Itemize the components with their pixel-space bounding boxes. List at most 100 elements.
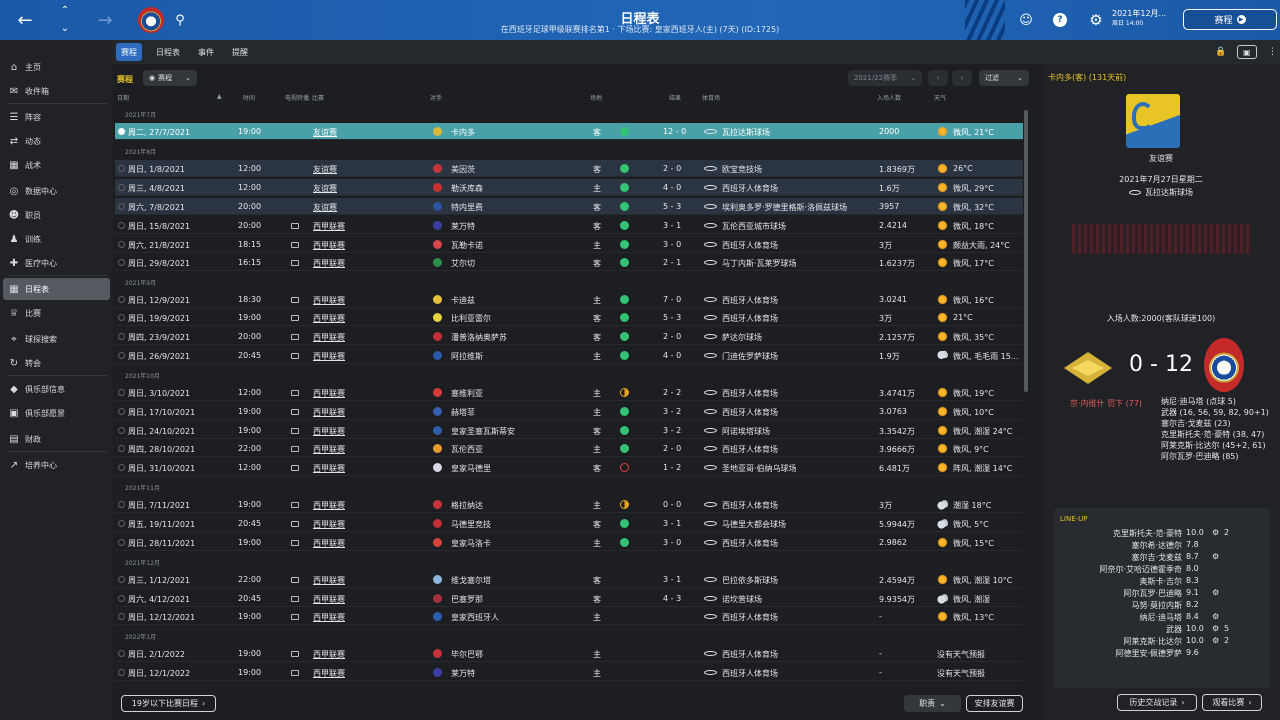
lineup-row[interactable]: 塞尔希·达德尔 7.8: [1054, 540, 1270, 552]
fixture-competition[interactable]: 西甲联赛: [313, 500, 345, 511]
table-row[interactable]: 周日, 31/10/2021 12:00 西甲联赛 皇家马德里 客 1 - 2 圣地亚哥·伯…: [115, 459, 1023, 476]
fixture-score[interactable]: 12 - 0: [663, 127, 686, 136]
table-row[interactable]: 周日, 12/9/2021 18:30 西甲联赛 卡迪兹 主 7 - 0 西班牙人体育场 3.…: [115, 291, 1023, 308]
lineup-row[interactable]: 纳尼·迪马塔 8.4 ⚙: [1054, 612, 1270, 624]
fixture-score[interactable]: 5 - 3: [663, 313, 681, 322]
tab-reminders[interactable]: 提醒: [227, 43, 253, 61]
table-row[interactable]: 周二, 27/7/2021 19:00 友谊赛 卡内多 客 12 - 0 瓦拉达斯球场 200…: [115, 123, 1023, 140]
fixture-opponent[interactable]: 皇家西班牙人: [451, 612, 499, 623]
lineup-row[interactable]: 马努·莫拉内斯 8.2: [1054, 600, 1270, 612]
row-select-radio[interactable]: [118, 427, 125, 434]
table-row[interactable]: 周四, 28/10/2021 22:00 西甲联赛 瓦伦西亚 主 2 - 0 西班牙人体育场…: [115, 440, 1023, 457]
table-row[interactable]: 周五, 19/11/2021 20:45 西甲联赛 马德里竞技 客 3 - 1 马德里大都会…: [115, 515, 1023, 532]
row-select-radio[interactable]: [118, 259, 125, 266]
arrange-friendly-button[interactable]: 安排友谊赛: [966, 695, 1023, 712]
people-icon[interactable]: ☺: [1016, 0, 1036, 40]
fixture-opponent[interactable]: 艾尔切: [451, 258, 475, 269]
row-select-radio[interactable]: [118, 314, 125, 321]
row-select-radio[interactable]: [118, 296, 125, 303]
fixture-score[interactable]: 7 - 0: [663, 295, 681, 304]
lineup-row[interactable]: 塞尔吉·戈麦兹 8.7 ⚙: [1054, 552, 1270, 564]
fixture-score[interactable]: 2 - 0: [663, 444, 681, 453]
tab-calendar[interactable]: 日程表: [151, 43, 185, 61]
fixture-opponent[interactable]: 潘普洛纳奥萨苏: [451, 332, 507, 343]
fixture-opponent[interactable]: 维戈塞尔塔: [451, 575, 491, 586]
fixture-score[interactable]: 4 - 0: [663, 183, 681, 192]
fixture-opponent[interactable]: 毕尔巴鄂: [451, 649, 483, 660]
sidebar-item-club-info[interactable]: ◆ 俱乐部信息: [3, 378, 110, 400]
lineup-row[interactable]: 阿德里安·佩德罗萨 9.6: [1054, 648, 1270, 660]
fixture-competition[interactable]: 西甲联赛: [313, 295, 345, 306]
fixture-competition[interactable]: 西甲联赛: [313, 258, 345, 269]
col-competition[interactable]: 比赛: [312, 93, 324, 102]
row-select-radio[interactable]: [118, 389, 125, 396]
sidebar-item-development[interactable]: ↗ 培养中心: [3, 454, 110, 476]
lineup-row[interactable]: 阿莱克斯·比达尔 10.0 ⚙ 2: [1054, 636, 1270, 648]
table-row[interactable]: 周日, 17/10/2021 19:00 西甲联赛 赫塔菲 主 3 - 2 西班牙人体育场 3…: [115, 403, 1023, 420]
fixture-competition[interactable]: 西甲联赛: [313, 575, 345, 586]
row-select-radio[interactable]: [118, 576, 125, 583]
row-select-radio[interactable]: [118, 520, 125, 527]
sidebar-item-calendar[interactable]: ▦ 日程表: [3, 278, 110, 300]
col-attendance[interactable]: 入场人数: [877, 93, 901, 102]
fixture-score[interactable]: 3 - 2: [663, 407, 681, 416]
fixture-opponent[interactable]: 格拉纳达: [451, 500, 483, 511]
row-select-radio[interactable]: [118, 408, 125, 415]
fixture-competition[interactable]: 西甲联赛: [313, 463, 345, 474]
col-result[interactable]: 结果: [669, 93, 681, 102]
fixture-opponent[interactable]: 卡内多: [451, 127, 475, 138]
row-select-radio[interactable]: [118, 669, 125, 676]
table-row[interactable]: 周三, 1/12/2021 22:00 西甲联赛 维戈塞尔塔 客 3 - 1 巴拉依多斯球场…: [115, 571, 1023, 588]
next-season-button[interactable]: ›: [952, 70, 972, 86]
table-row[interactable]: 周六, 4/12/2021 20:45 西甲联赛 巴塞罗那 客 4 - 3 诺坎普球场 9.9…: [115, 590, 1023, 607]
fixture-competition[interactable]: 西甲联赛: [313, 240, 345, 251]
fixture-score[interactable]: 3 - 1: [663, 575, 681, 584]
table-row[interactable]: 周六, 21/8/2021 18:15 西甲联赛 瓦勒卡诺 主 3 - 0 西班牙人体育场 3…: [115, 236, 1023, 253]
table-row[interactable]: 周日, 12/1/2022 19:00 西甲联赛 莱万特 主 西班牙人体育场 - 没有天气预报: [115, 664, 1023, 681]
row-select-radio[interactable]: [118, 501, 125, 508]
col-venue[interactable]: 场地: [590, 93, 602, 102]
filter-dropdown[interactable]: 过滤 ⌄: [979, 70, 1029, 86]
fixture-opponent[interactable]: 皇家圣塞瓦斯蒂安: [451, 426, 515, 437]
fixture-competition[interactable]: 友谊赛: [313, 183, 337, 194]
row-select-radio[interactable]: [118, 203, 125, 210]
fixture-opponent[interactable]: 瓦伦西亚: [451, 444, 483, 455]
fixture-score[interactable]: 4 - 3: [663, 594, 681, 603]
fixture-competition[interactable]: 西甲联赛: [313, 426, 345, 437]
sidebar-item-medical[interactable]: ✚ 医疗中心: [3, 252, 110, 274]
sidebar-item-vision[interactable]: ▣ 俱乐部愿景: [3, 402, 110, 424]
fixture-opponent[interactable]: 皇家马洛卡: [451, 538, 491, 549]
fixture-score[interactable]: 2 - 2: [663, 388, 681, 397]
sidebar-item-trophy[interactable]: ♕ 比赛: [3, 302, 110, 324]
fixture-score[interactable]: 2 - 0: [663, 332, 681, 341]
more-icon[interactable]: ⋮: [1263, 43, 1280, 61]
table-row[interactable]: 周日, 2/1/2022 19:00 西甲联赛 毕尔巴鄂 主 西班牙人体育场 - 没有天气预报: [115, 645, 1023, 662]
row-select-radio[interactable]: [118, 539, 125, 546]
fixture-competition[interactable]: 西甲联赛: [313, 388, 345, 399]
table-row[interactable]: 周六, 7/8/2021 20:00 友谊赛 特内里费 客 5 - 3 埃利奥多罗·罗德里格…: [115, 198, 1023, 215]
display-icon[interactable]: ▣: [1237, 45, 1257, 59]
row-select-radio[interactable]: [118, 464, 125, 471]
sidebar-item-tactics[interactable]: ▦ 战术: [3, 154, 110, 176]
sidebar-item-dynamics[interactable]: ⇄ 动态: [3, 130, 110, 152]
fixture-competition[interactable]: 西甲联赛: [313, 612, 345, 623]
sidebar-item-data[interactable]: ◎ 数据中心: [3, 180, 110, 202]
fixture-opponent[interactable]: 卡迪兹: [451, 295, 475, 306]
fixture-opponent[interactable]: 赫塔菲: [451, 407, 475, 418]
fixture-competition[interactable]: 西甲联赛: [313, 538, 345, 549]
row-select-radio[interactable]: [118, 333, 125, 340]
col-date[interactable]: 日期: [117, 93, 129, 102]
sidebar-item-training[interactable]: ♟ 训练: [3, 228, 110, 250]
col-time[interactable]: 时间: [243, 93, 255, 102]
fixture-score[interactable]: 2 - 1: [663, 258, 681, 267]
fixture-competition[interactable]: 西甲联赛: [313, 313, 345, 324]
fixture-opponent[interactable]: 阿拉维斯: [451, 351, 483, 362]
fixture-competition[interactable]: 友谊赛: [313, 164, 337, 175]
fixture-opponent[interactable]: 莱万特: [451, 221, 475, 232]
row-select-radio[interactable]: [118, 165, 125, 172]
fixture-opponent[interactable]: 莱万特: [451, 668, 475, 679]
table-row[interactable]: 周日, 15/8/2021 20:00 西甲联赛 莱万特 客 3 - 1 瓦伦西亚城市球场 2…: [115, 217, 1023, 234]
row-select-radio[interactable]: [118, 184, 125, 191]
sidebar-item-finance[interactable]: ▤ 财政: [3, 428, 110, 450]
table-row[interactable]: 周日, 1/8/2021 12:00 友谊赛 美因茨 客 2 - 0 欧宝竞技场 1.8369…: [115, 160, 1023, 177]
